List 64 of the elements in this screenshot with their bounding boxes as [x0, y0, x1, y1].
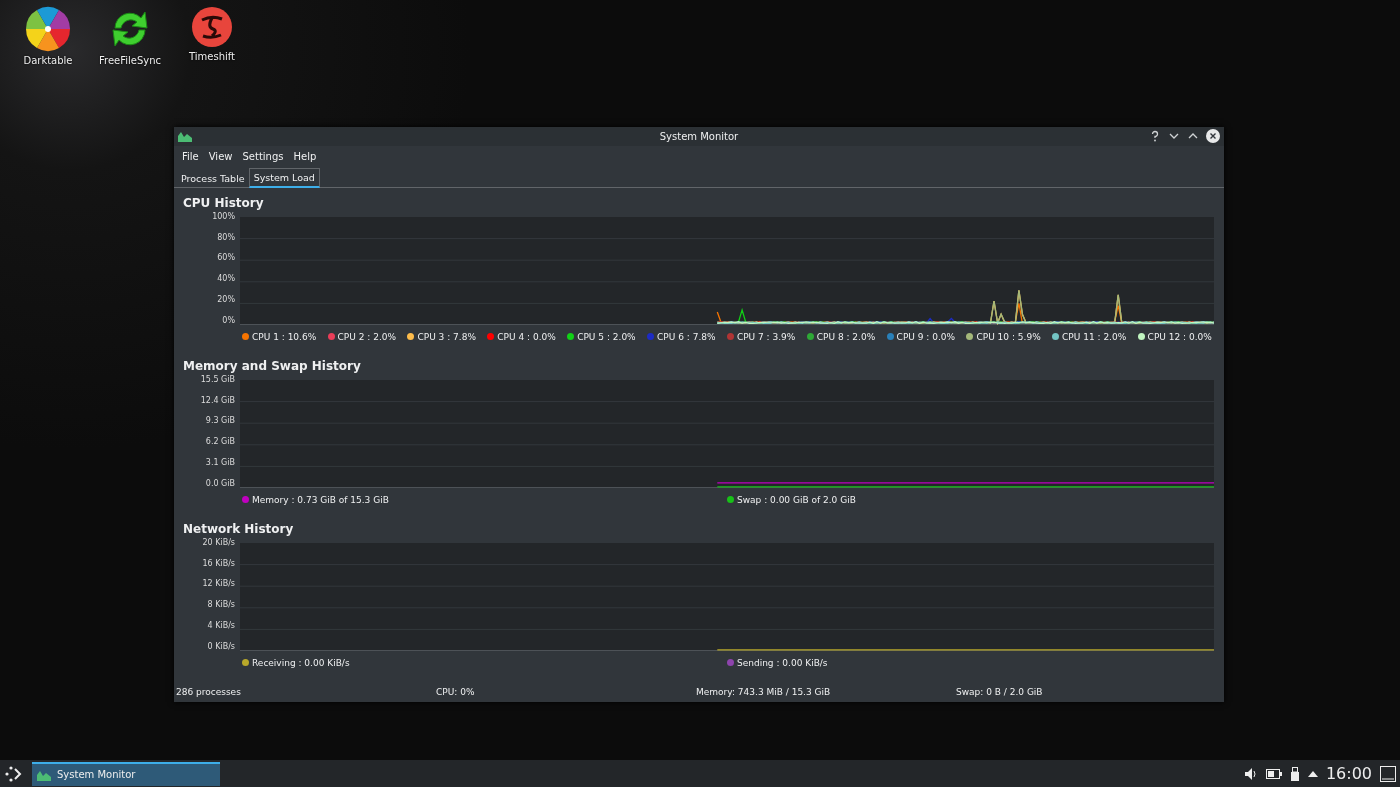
panel-title: Memory and Swap History	[183, 358, 361, 375]
clock[interactable]: 16:00	[1325, 764, 1372, 783]
legend-label: CPU 1 : 10.6%	[252, 331, 317, 342]
legend-label: CPU 5 : 2.0%	[577, 331, 636, 342]
axis-label: 12.4 GiB	[200, 395, 235, 406]
aperture-icon[interactable]	[25, 6, 71, 52]
axis-label: 100%	[212, 211, 235, 222]
status-text: Memory: 743.3 MiB / 15.3 GiB	[696, 687, 832, 698]
desktop-icon-label[interactable]: Darktable	[23, 55, 73, 66]
axis-label: 8 KiB/s	[207, 600, 235, 611]
axis-label: 15.5 GiB	[200, 374, 235, 385]
legend-label: CPU 9 : 0.0%	[896, 331, 956, 342]
legend-label: Sending : 0.00 KiB/s	[737, 657, 828, 668]
axis-label: 9.3 GiB	[205, 416, 235, 427]
legend-label: Receiving : 0.00 KiB/s	[252, 657, 350, 668]
axis-label: 0.0 GiB	[205, 478, 235, 489]
taskbar-task[interactable]: System Monitor	[32, 761, 220, 786]
legend-label: CPU 4 : 0.0%	[497, 331, 556, 342]
legend-label: CPU 11 : 2.0%	[1062, 331, 1127, 342]
volume-icon[interactable]	[1243, 766, 1258, 781]
axis-label: 0 KiB/s	[207, 641, 235, 652]
axis-label: 16 KiB/s	[202, 558, 235, 569]
desktop-icon-label[interactable]: Timeshift	[188, 51, 236, 62]
axis-label: 20 KiB/s	[202, 537, 235, 548]
swirl-icon[interactable]	[191, 6, 233, 48]
axis-label: 0%	[222, 315, 235, 326]
usb-drive-icon[interactable]	[1289, 766, 1300, 781]
legend-label: CPU 6 : 7.8%	[657, 331, 716, 342]
legend-label: CPU 2 : 2.0%	[337, 331, 397, 342]
axis-label: 40%	[217, 274, 235, 285]
axis-label: 60%	[217, 253, 235, 264]
axis-label: 12 KiB/s	[202, 579, 235, 590]
chart-icon	[178, 130, 192, 143]
legend-label: CPU 8 : 2.0%	[816, 331, 876, 342]
menu-item[interactable]: File	[177, 150, 204, 162]
launcher-icon[interactable]	[4, 764, 22, 783]
axis-label: 20%	[217, 295, 235, 305]
legend-label: CPU 3 : 7.8%	[417, 331, 476, 342]
axis-label: 6.2 GiB	[205, 437, 235, 448]
tab[interactable]: System Load	[248, 167, 320, 188]
menu-item[interactable]: Help	[288, 150, 322, 162]
menu-item[interactable]: View	[203, 150, 238, 162]
legend-label: CPU 12 : 0.0%	[1147, 331, 1212, 342]
tab[interactable]: Process Table	[177, 169, 249, 187]
status-text: 286 processes	[176, 687, 242, 698]
legend-label: CPU 7 : 3.9%	[736, 331, 796, 342]
desktop-icon-label[interactable]: FreeFileSync	[98, 55, 162, 66]
panel-title: Network History	[183, 521, 294, 538]
status-text: Swap: 0 B / 2.0 GiB	[956, 687, 1044, 698]
legend-label: Swap : 0.00 GiB of 2.0 GiB	[737, 494, 856, 505]
menu-item[interactable]: Settings	[237, 150, 289, 162]
legend-label: CPU 10 : 5.9%	[976, 331, 1041, 342]
help-icon[interactable]	[1149, 130, 1161, 143]
legend-label: Memory : 0.73 GiB of 15.3 GiB	[252, 494, 389, 505]
close-icon[interactable]	[1206, 129, 1220, 144]
status-text: CPU: 0%	[436, 687, 476, 698]
axis-label: 3.1 GiB	[205, 458, 235, 468]
caret-up-icon[interactable]	[1307, 769, 1318, 778]
panel-title: CPU History	[183, 195, 264, 212]
show-desktop-icon[interactable]	[1380, 765, 1396, 782]
battery-icon[interactable]	[1265, 767, 1282, 780]
axis-label: 4 KiB/s	[207, 621, 235, 631]
window-title: System Monitor	[659, 131, 739, 142]
axis-label: 80%	[217, 232, 235, 243]
